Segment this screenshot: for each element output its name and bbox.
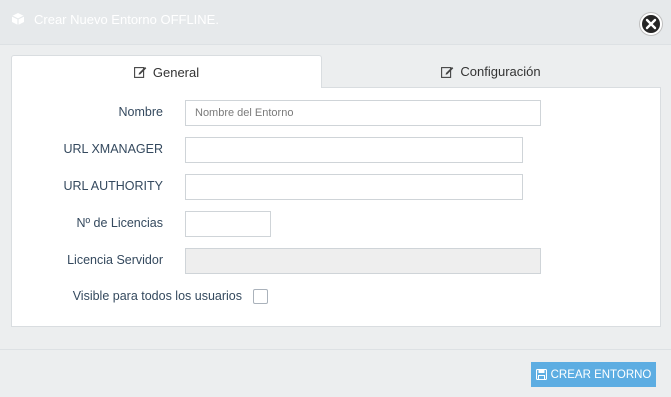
url-authority-input[interactable]: [185, 174, 523, 200]
nombre-label: Nombre: [118, 105, 163, 119]
save-icon: [535, 369, 547, 380]
licencias-input[interactable]: [185, 211, 271, 237]
url-xmanager-label: URL XMANAGER: [63, 142, 163, 156]
tab-general[interactable]: General: [11, 55, 322, 88]
nombre-input[interactable]: [185, 100, 541, 126]
cube-icon: [11, 13, 25, 25]
licencia-servidor-input: [185, 248, 541, 274]
licencias-label: Nº de Licencias: [76, 216, 163, 230]
create-entorno-label: CREAR ENTORNO: [550, 368, 652, 381]
close-button[interactable]: [640, 13, 662, 35]
tab-configuracion-label: Configuración: [460, 64, 541, 79]
close-icon: [645, 18, 657, 30]
tab-general-label: General: [152, 64, 200, 80]
dialog-title: Crear Nuevo Entorno OFFLINE.: [34, 12, 219, 27]
edit-icon: [133, 67, 147, 78]
footer-divider: [0, 349, 671, 350]
visible-checkbox[interactable]: [253, 289, 268, 304]
licencia-servidor-label: Licencia Servidor: [67, 253, 163, 267]
tab-configuracion[interactable]: Configuración: [322, 55, 660, 88]
visible-label: Visible para todos los usuarios: [72, 289, 242, 303]
create-entorno-button[interactable]: CREAR ENTORNO: [531, 362, 656, 387]
url-xmanager-input[interactable]: [185, 137, 523, 163]
edit-icon: [441, 66, 454, 78]
dialog-header: Crear Nuevo Entorno OFFLINE.: [0, 0, 671, 45]
url-authority-label: URL AUTHORITY: [63, 179, 163, 193]
